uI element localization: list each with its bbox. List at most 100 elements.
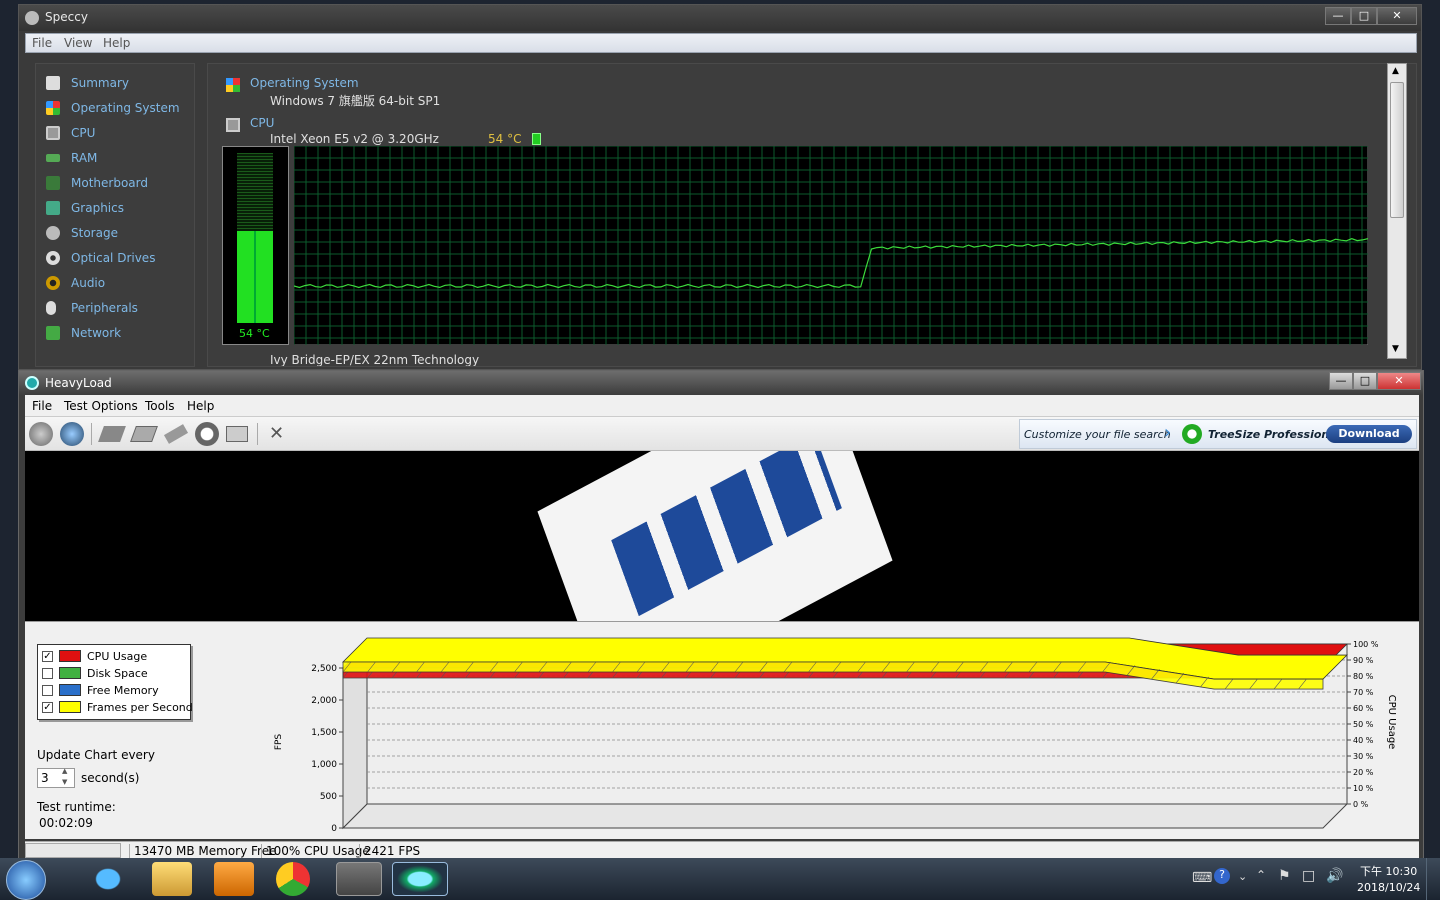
speccy-title: Speccy xyxy=(45,10,88,24)
chevron-right-icon: › xyxy=(1164,422,1172,443)
heavyload-title: HeavyLoad xyxy=(45,376,112,390)
heavyload-taskbar-icon[interactable] xyxy=(392,862,448,896)
memory-stress-icon[interactable] xyxy=(163,424,189,444)
update-interval-stepper[interactable]: 3 ▲ ▼ xyxy=(37,767,75,788)
sidebar-item-motherboard[interactable]: Motherboard xyxy=(46,170,148,195)
jam-logo-mark xyxy=(611,451,842,617)
left-axis-tick-label: 2,000 xyxy=(311,696,337,706)
menu-file[interactable]: File xyxy=(32,36,52,50)
left-axis-tick-label: 500 xyxy=(320,792,337,802)
windows-icon xyxy=(226,78,240,92)
legend-item[interactable]: Disk Space xyxy=(42,665,148,681)
write-temp-file-icon[interactable] xyxy=(226,426,248,442)
ad-text: Customize your file search xyxy=(1024,428,1171,441)
speccy-scrollbar[interactable]: ▲ ▼ xyxy=(1387,63,1407,359)
ram-icon xyxy=(46,153,60,162)
legend-checkbox[interactable] xyxy=(42,667,53,679)
menu-tools[interactable]: Tools xyxy=(145,399,175,413)
sidebar-item-network[interactable]: Network xyxy=(46,320,121,345)
clock-time[interactable]: 下午 10:30 xyxy=(1360,863,1417,879)
scroll-down-arrow[interactable]: ▼ xyxy=(1392,344,1399,354)
heavyload-titlebar[interactable]: HeavyLoad — □ ✕ xyxy=(19,371,1423,395)
system-tray: ⌨ ? ⌄ ⌃ ⚑ □ 🔊 xyxy=(1186,862,1350,896)
legend-item[interactable]: Free Memory xyxy=(42,682,159,698)
sidebar-item-audio[interactable]: Audio xyxy=(46,270,105,295)
sidebar-item-label: Storage xyxy=(71,225,118,240)
sidebar-item-summary[interactable]: Summary xyxy=(46,70,129,95)
close-button[interactable]: ✕ xyxy=(1377,7,1417,25)
minimize-button[interactable]: — xyxy=(1325,7,1351,25)
volume-icon[interactable]: 🔊 xyxy=(1326,868,1343,884)
start-icon[interactable] xyxy=(29,422,53,446)
sidebar-item-ram[interactable]: RAM xyxy=(46,145,97,170)
sidebar-item-peripherals[interactable]: Peripherals xyxy=(46,295,138,320)
media-player-icon[interactable] xyxy=(214,862,254,896)
sidebar-item-label: Graphics xyxy=(71,200,124,215)
legend-checkbox[interactable]: ✓ xyxy=(42,650,53,662)
stepper-down-icon[interactable]: ▼ xyxy=(62,778,67,786)
maximize-button[interactable]: □ xyxy=(1351,7,1377,25)
legend-checkbox[interactable]: ✓ xyxy=(42,701,53,713)
keyboard-icon[interactable]: ⌨ xyxy=(1192,870,1212,886)
sidebar-item-graphics[interactable]: Graphics xyxy=(46,195,124,220)
flag-icon[interactable]: ⚑ xyxy=(1278,868,1291,884)
treesize-ad-banner[interactable]: Customize your file search › TreeSize Pr… xyxy=(1019,419,1417,449)
status-cpu: 100% CPU Usage xyxy=(261,844,370,858)
menu-test-options[interactable]: Test Options xyxy=(64,399,138,413)
menu-view[interactable]: View xyxy=(64,36,92,50)
heavyload-toolbar: ✕ Customize your file search › TreeSize … xyxy=(25,417,1419,451)
cpu-icon xyxy=(226,118,240,132)
chart-floor xyxy=(341,803,1349,829)
stop-icon[interactable] xyxy=(60,422,84,446)
os-section-title[interactable]: Operating System xyxy=(250,76,359,90)
speccy-sidebar: Summary Operating System CPU RAM Motherb… xyxy=(35,63,195,367)
menu-file[interactable]: File xyxy=(32,399,52,413)
start-button[interactable] xyxy=(6,860,46,900)
show-desktop-button[interactable] xyxy=(1426,858,1440,900)
chrome-icon[interactable] xyxy=(276,862,310,896)
download-button[interactable]: Download xyxy=(1326,425,1412,443)
runtime-value: 00:02:09 xyxy=(39,816,93,830)
speccy-taskbar-icon[interactable] xyxy=(336,862,382,896)
gpu-stress-icon[interactable] xyxy=(195,422,219,446)
sidebar-item-optical-drives[interactable]: Optical Drives xyxy=(46,245,155,270)
speccy-window: Speccy — □ ✕ File View Help Summary Oper… xyxy=(18,4,1422,370)
hard-drive-icon xyxy=(46,225,60,240)
sidebar-item-cpu[interactable]: CPU xyxy=(46,120,95,145)
file-explorer-icon[interactable] xyxy=(152,862,192,896)
internet-explorer-icon[interactable] xyxy=(88,862,128,896)
treesize-logo-icon xyxy=(1182,424,1202,444)
tray-chevron-icon[interactable]: ⌄ xyxy=(1238,870,1247,883)
sidebar-item-label: Optical Drives xyxy=(71,250,156,265)
show-hidden-icons-icon[interactable]: ⌃ xyxy=(1256,868,1266,882)
update-interval-value[interactable]: 3 xyxy=(41,771,49,785)
disk-stress-icon[interactable] xyxy=(130,426,158,442)
minimize-button[interactable]: — xyxy=(1329,372,1353,390)
clock-date[interactable]: 2018/10/24 xyxy=(1357,881,1420,894)
cpu-section-title[interactable]: CPU xyxy=(250,116,274,130)
menu-help[interactable]: Help xyxy=(187,399,214,413)
stepper-up-icon[interactable]: ▲ xyxy=(62,767,67,775)
network-tray-icon[interactable]: □ xyxy=(1302,868,1315,884)
cpu-stress-icon[interactable] xyxy=(98,426,126,442)
chart-legend: ✓ CPU Usage Disk Space Free Memory ✓ Frames p… xyxy=(37,644,193,720)
legend-checkbox[interactable] xyxy=(42,684,53,696)
speccy-titlebar[interactable]: Speccy — □ ✕ xyxy=(19,5,1421,31)
right-axis-tick-label: 20 % xyxy=(1353,768,1374,777)
sidebar-item-operating-system[interactable]: Operating System xyxy=(46,95,180,120)
sidebar-item-storage[interactable]: Storage xyxy=(46,220,118,245)
legend-color-swatch xyxy=(59,701,81,713)
speccy-details-pane: Operating System Windows 7 旗艦版 64-bit SP… xyxy=(207,63,1417,367)
legend-label: Frames per Second xyxy=(87,700,193,714)
settings-tools-icon[interactable]: ✕ xyxy=(269,423,284,444)
close-button[interactable]: ✕ xyxy=(1377,372,1421,390)
scroll-up-arrow[interactable]: ▲ xyxy=(1392,66,1399,76)
help-icon[interactable]: ? xyxy=(1214,868,1230,884)
maximize-button[interactable]: □ xyxy=(1353,372,1377,390)
legend-item[interactable]: ✓ Frames per Second xyxy=(42,699,193,715)
legend-item[interactable]: ✓ CPU Usage xyxy=(42,648,147,664)
scroll-thumb[interactable] xyxy=(1390,82,1404,218)
left-axis-tick-label: 1,000 xyxy=(311,760,337,770)
menu-help[interactable]: Help xyxy=(103,36,130,50)
sidebar-item-label: Peripherals xyxy=(71,300,138,315)
